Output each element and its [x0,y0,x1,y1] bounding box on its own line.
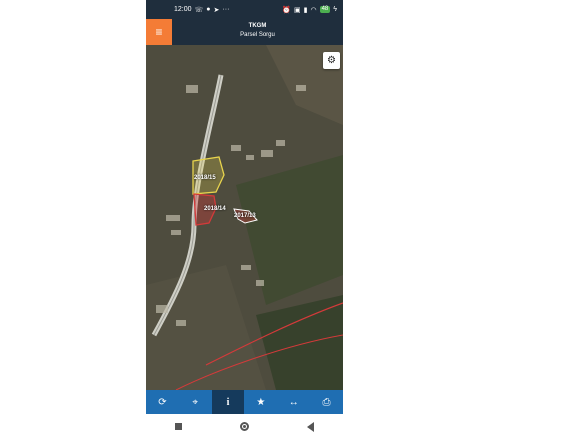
locate-icon: ⌖ [192,396,199,408]
satellite-map[interactable]: 2018/15 2018/14 2017/13 ⚙ [146,45,343,390]
wifi-icon: ◠ [310,6,317,14]
more-dots-icon: ··· [222,6,230,13]
app-title: TKGM [248,23,267,29]
phone-screen: 12:00 ☏ ● ➤ ··· ⏰ ▣ ▮ ◠ 48 ϟ ≡ TKGM Pars… [146,0,343,439]
bottom-toolbar: ⟳ ⌖ i ★ ↔ ⎙ [146,390,343,414]
measure-button[interactable]: ↔ [277,390,310,414]
print-icon: ⎙ [322,396,331,408]
status-bar: 12:00 ☏ ● ➤ ··· ⏰ ▣ ▮ ◠ 48 ϟ [146,0,343,19]
info-button[interactable]: i [211,390,245,414]
system-nav-bar [146,414,343,439]
locate-button[interactable]: ⌖ [179,390,212,414]
sim-icon: ▣ [294,6,301,14]
telegram-icon: ➤ [213,6,220,14]
alarm-icon: ⏰ [282,6,291,14]
map-settings-button[interactable]: ⚙ [323,52,340,69]
parcel-label: 2018/15 [194,175,216,181]
refresh-icon: ⟳ [158,396,167,408]
home-icon[interactable] [240,422,249,431]
parcel-label: 2017/13 [234,213,256,219]
menu-icon: ≡ [155,25,163,39]
charging-icon: ϟ [333,6,337,13]
status-time: 12:00 [174,6,192,13]
bubble-icon: ● [206,6,211,13]
measure-icon: ↔ [288,396,299,408]
star-icon: ★ [256,396,266,408]
refresh-button[interactable]: ⟳ [146,390,179,414]
back-icon[interactable] [307,421,314,432]
info-icon: i [226,396,230,408]
print-button[interactable]: ⎙ [310,390,343,414]
app-subtitle: Parsel Sorgu [240,32,275,38]
app-bar: ≡ TKGM Parsel Sorgu [146,19,343,45]
signal-icon: ▮ [303,6,308,14]
recents-icon[interactable] [175,423,182,430]
whatsapp-icon: ☏ [194,6,204,14]
battery-indicator: 48 [319,6,331,13]
gear-icon: ⚙ [327,55,336,66]
favorites-button[interactable]: ★ [244,390,277,414]
parcel-label: 2018/14 [204,206,226,212]
menu-button[interactable]: ≡ [146,19,172,45]
